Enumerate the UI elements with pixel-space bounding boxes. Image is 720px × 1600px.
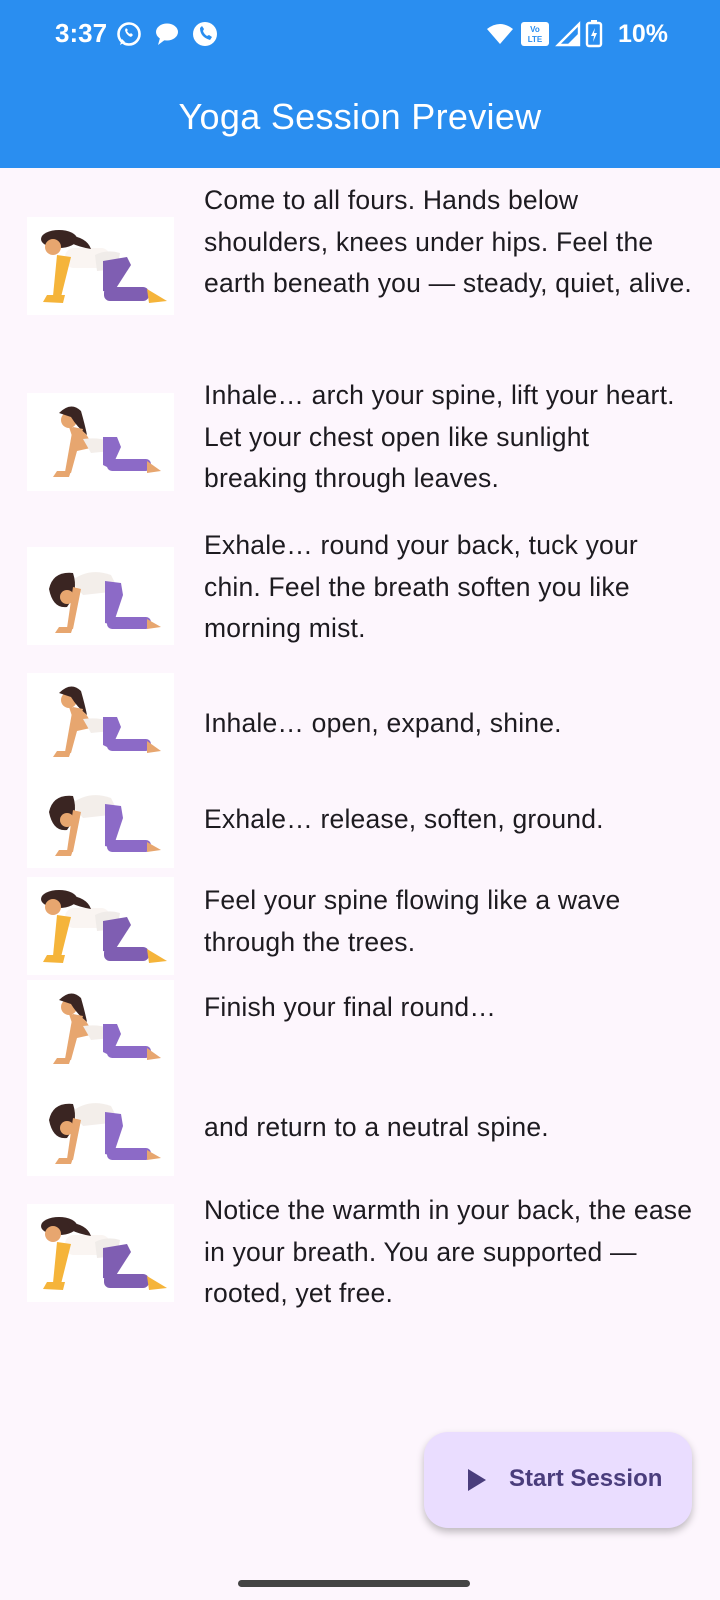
list-item: Finish your final round… xyxy=(0,980,720,1078)
step-thumbnail xyxy=(27,1204,174,1302)
battery-charging-icon xyxy=(585,20,603,48)
list-item: Inhale… arch your spine, lift your heart… xyxy=(0,375,720,505)
signal-icon xyxy=(555,21,581,47)
step-text: Inhale… arch your spine, lift your heart… xyxy=(204,380,675,493)
cow-pose-icon xyxy=(53,993,161,1064)
step-text: Notice the warmth in your back, the ease… xyxy=(204,1195,693,1308)
tabletop-pose-icon xyxy=(41,890,167,963)
start-session-button[interactable]: Start Session xyxy=(424,1432,692,1528)
step-text: and return to a neutral spine. xyxy=(204,1112,549,1142)
volte-icon: Vo LTE xyxy=(521,22,549,46)
whatsapp-icon xyxy=(117,22,141,46)
step-thumbnail xyxy=(27,217,174,315)
step-thumbnail xyxy=(27,673,174,771)
cat-pose-icon xyxy=(49,1103,161,1164)
phone-app-icon xyxy=(193,22,217,46)
tabletop-pose-icon xyxy=(41,230,167,303)
list-item: Exhale… release, soften, ground. xyxy=(0,770,720,868)
svg-text:Vo: Vo xyxy=(530,25,540,34)
step-thumbnail xyxy=(27,980,174,1078)
status-time: 3:37 xyxy=(55,18,108,48)
cow-pose-icon xyxy=(53,686,161,757)
cat-pose-icon xyxy=(49,795,161,856)
page-title: Yoga Session Preview xyxy=(178,96,542,137)
list-item: Feel your spine flowing like a wave thro… xyxy=(0,877,720,977)
wifi-icon xyxy=(487,24,513,44)
tabletop-pose-icon xyxy=(41,1217,167,1290)
step-text: Exhale… round your back, tuck your chin.… xyxy=(204,530,638,643)
step-text: Come to all fours. Hands below shoulders… xyxy=(204,185,692,298)
step-text: Exhale… release, soften, ground. xyxy=(204,804,604,834)
step-thumbnail xyxy=(27,393,174,491)
home-indicator[interactable] xyxy=(238,1580,470,1587)
app-bar: Yoga Session Preview xyxy=(0,70,720,168)
cat-pose-icon xyxy=(49,572,161,633)
list-item: Come to all fours. Hands below shoulders… xyxy=(0,180,720,355)
step-thumbnail xyxy=(27,877,174,975)
step-thumbnail xyxy=(27,1078,174,1176)
step-text: Inhale… open, expand, shine. xyxy=(204,708,562,738)
play-icon xyxy=(468,1469,486,1491)
list-item: Notice the warmth in your back, the ease… xyxy=(0,1190,720,1330)
step-text: Feel your spine flowing like a wave thro… xyxy=(204,885,621,957)
status-bar: 3:37 Vo LTE 10% xyxy=(0,0,720,70)
list-item: and return to a neutral spine. xyxy=(0,1078,720,1176)
message-bubble-icon xyxy=(156,23,178,45)
step-text: Finish your final round… xyxy=(204,992,497,1022)
svg-text:LTE: LTE xyxy=(528,35,543,44)
battery-percent: 10% xyxy=(618,20,669,48)
list-item: Inhale… open, expand, shine. xyxy=(0,673,720,771)
list-item: Exhale… round your back, tuck your chin.… xyxy=(0,525,720,655)
cow-pose-icon xyxy=(53,406,161,477)
step-thumbnail xyxy=(27,770,174,868)
start-session-label: Start Session xyxy=(509,1465,663,1492)
step-thumbnail xyxy=(27,547,174,645)
